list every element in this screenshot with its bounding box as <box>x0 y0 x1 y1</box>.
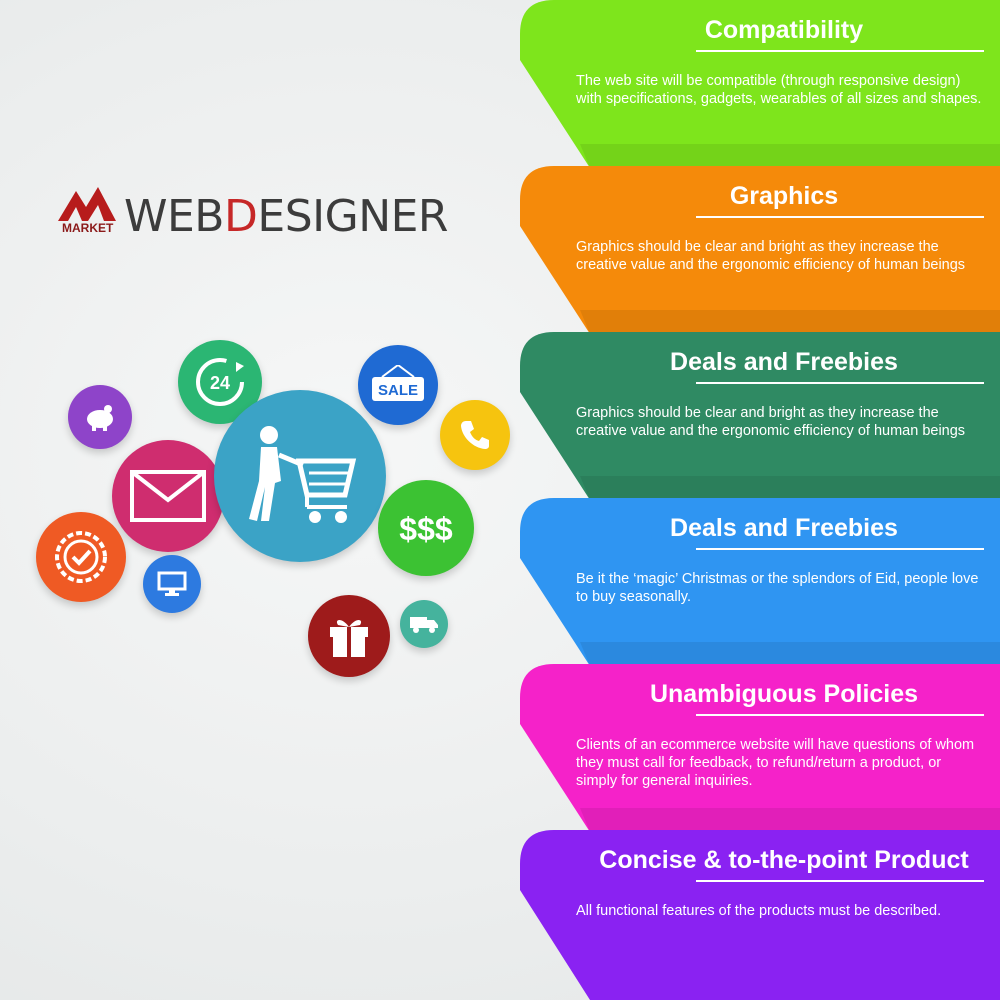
panel-title-underline <box>696 216 984 218</box>
panel-title-underline <box>696 50 984 52</box>
panel-title: Deals and Freebies <box>670 348 898 376</box>
logo-word-d: D <box>224 191 258 242</box>
feature-panel-compatibility: Compatibility The web site will be compa… <box>520 0 1000 168</box>
timer-text: 24 <box>210 373 230 393</box>
market-webdesigner-logo: MARKET WEBDESIGNER <box>56 185 496 245</box>
phone-icon <box>440 400 510 470</box>
money-icon: $$$ <box>378 480 474 576</box>
panel-title: Unambiguous Policies <box>649 680 919 708</box>
feature-panel-deals-freebies-seasonal: Deals and Freebies Be it the ‘magic’ Chr… <box>520 498 1000 666</box>
delivery-truck-icon <box>400 600 448 648</box>
shopping-cart-icon <box>214 390 386 562</box>
envelope-icon <box>112 440 224 552</box>
panel-title: Concise & to-the-point Product <box>599 846 969 874</box>
feature-panel-graphics: Graphics Graphics should be clear and br… <box>520 166 1000 334</box>
panel-title-underline <box>696 548 984 550</box>
gift-icon <box>308 595 390 677</box>
panel-description: All functional features of the products … <box>576 903 942 919</box>
ecommerce-icon-cluster: 24 SALE $$$ <box>0 320 520 680</box>
sale-tag-icon: SALE <box>358 345 438 425</box>
logo-market-text: MARKET <box>62 221 114 235</box>
sale-text: SALE <box>378 382 418 399</box>
panel-title: Graphics <box>729 182 839 210</box>
feature-panel-unambiguous-policies: Unambiguous Policies Clients of an ecomm… <box>520 664 1000 832</box>
money-text: $$$ <box>399 511 453 547</box>
panel-title-underline <box>696 382 984 384</box>
panel-description: The web site will be compatible (through… <box>576 73 982 107</box>
panel-title: Deals and Freebies <box>670 514 898 542</box>
logo-word-esigner: ESIGNER <box>257 191 448 242</box>
monitor-icon <box>143 555 201 613</box>
panel-description: Clients of an ecommerce website will hav… <box>576 737 975 789</box>
panel-description: Graphics should be clear and bright as t… <box>576 239 966 273</box>
piggy-bank-icon <box>68 385 132 449</box>
feature-panel-concise-product: Concise & to-the-point Product All funct… <box>520 830 1000 1000</box>
logo-wordmark: WEBDESIGNER <box>124 195 448 239</box>
panel-title: Compatibility <box>704 16 864 44</box>
logo-word-web: WEB <box>124 191 225 242</box>
panel-title-underline <box>696 880 984 882</box>
panel-title-underline <box>696 714 984 716</box>
logo-m-mark-icon <box>58 187 116 221</box>
panel-description: Graphics should be clear and bright as t… <box>576 405 966 439</box>
feature-panel-deals-freebies: Deals and Freebies Graphics should be cl… <box>520 332 1000 500</box>
check-badge-icon <box>36 512 126 602</box>
panel-description: Be it the ‘magic’ Christmas or the splen… <box>576 571 979 605</box>
